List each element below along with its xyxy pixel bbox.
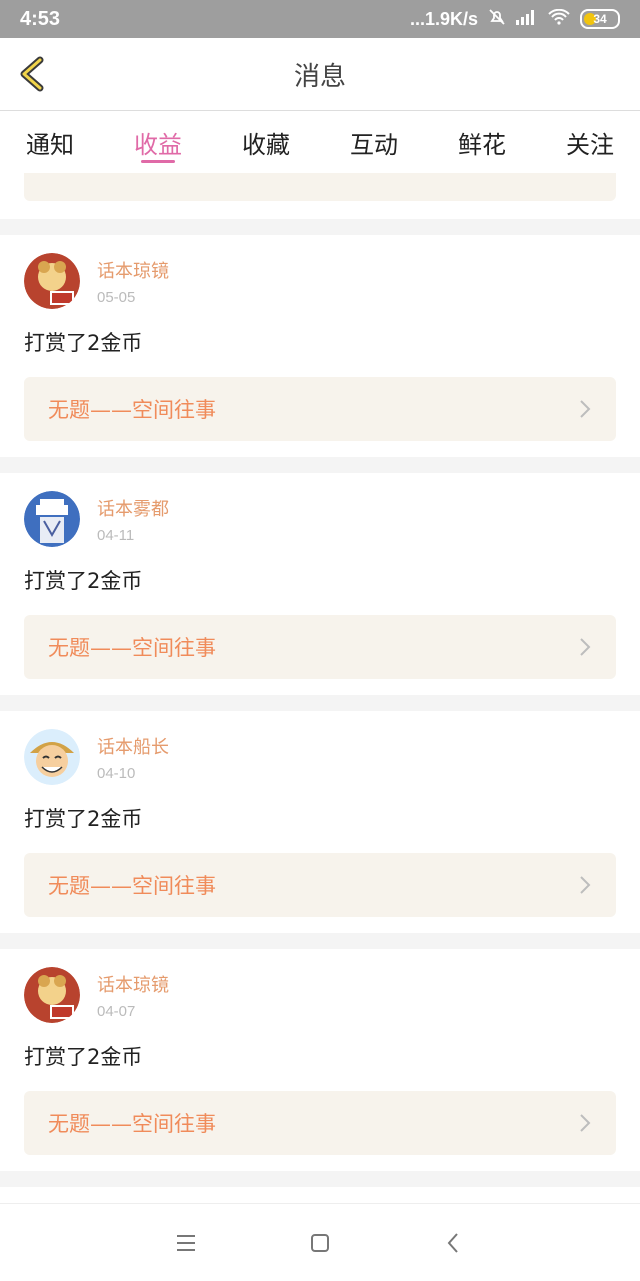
user-name[interactable]: 话本雾都: [97, 495, 169, 521]
signal-icon: [516, 9, 538, 30]
message-list[interactable]: 话本琼镜 05-05 打赏了2金币 无题——空间往事 话本雾都 04-11 打赏…: [0, 173, 640, 1203]
list-item: 话本船长 04-10 打赏了2金币 无题——空间往事: [0, 711, 640, 933]
avatar[interactable]: [24, 253, 80, 309]
avatar[interactable]: [24, 967, 80, 1023]
article-title: 无题——空间往事: [48, 636, 216, 660]
clipped-link-box[interactable]: [24, 173, 616, 201]
home-icon[interactable]: [308, 1231, 332, 1255]
battery-level: 34: [593, 12, 607, 26]
avatar[interactable]: [24, 729, 80, 785]
date: 04-07: [97, 1002, 136, 1020]
tab-bar: 通知 收益 收藏 互动 鲜花 关注: [0, 111, 640, 173]
user-name[interactable]: 话本船长: [97, 733, 169, 759]
user-name[interactable]: 话本琼镜: [97, 971, 169, 997]
header: 消息: [0, 38, 640, 111]
list-item: 话本琼镜 05-05 打赏了2金币 无题——空间往事: [0, 235, 640, 457]
battery-icon: 34: [580, 9, 620, 29]
chevron-right-icon: [580, 400, 591, 418]
chevron-right-icon: [580, 1114, 591, 1132]
wifi-icon: [548, 8, 570, 30]
back-nav-icon[interactable]: [442, 1231, 466, 1255]
article-title: 无题——空间往事: [48, 874, 216, 898]
tab-flowers[interactable]: 鲜花: [458, 111, 506, 173]
date: 04-10: [97, 764, 136, 782]
avatar[interactable]: [24, 491, 80, 547]
list-item: 话本雾都 04-11 打赏了2金币 无题——空间往事: [0, 473, 640, 695]
action-text: 打赏了2金币: [24, 1045, 143, 1069]
list-item-partial: [0, 1187, 640, 1203]
network-speed: ...1.9K/s: [409, 8, 478, 29]
status-bar: 4:53 ...1.9K/s 34: [0, 0, 640, 38]
tab-favorites[interactable]: 收藏: [242, 111, 290, 173]
chevron-right-icon: [580, 876, 591, 894]
article-link[interactable]: 无题——空间往事: [24, 853, 616, 917]
menu-icon[interactable]: [174, 1231, 198, 1255]
action-text: 打赏了2金币: [24, 331, 143, 355]
page-title: 消息: [293, 61, 346, 92]
article-title: 无题——空间往事: [48, 1112, 216, 1136]
user-name[interactable]: 话本琼镜: [97, 257, 169, 283]
chevron-right-icon: [580, 638, 591, 656]
article-link[interactable]: 无题——空间往事: [24, 1091, 616, 1155]
date: 04-11: [97, 526, 135, 544]
article-title: 无题——空间往事: [48, 398, 216, 422]
tab-notify[interactable]: 通知: [26, 111, 74, 173]
article-link[interactable]: 无题——空间往事: [24, 615, 616, 679]
system-nav-bar: [0, 1203, 640, 1281]
tab-follow[interactable]: 关注: [566, 111, 614, 173]
action-text: 打赏了2金币: [24, 807, 143, 831]
tab-interaction[interactable]: 互动: [350, 111, 398, 173]
action-text: 打赏了2金币: [24, 569, 143, 593]
mute-icon: [488, 8, 506, 31]
article-link[interactable]: 无题——空间往事: [24, 377, 616, 441]
back-button[interactable]: [16, 56, 48, 92]
clipped-entry: [0, 173, 640, 219]
status-time: 4:53: [20, 7, 61, 30]
status-icons: ...1.9K/s 34: [410, 8, 620, 31]
tab-earnings[interactable]: 收益: [134, 111, 182, 173]
date: 05-05: [97, 288, 136, 306]
list-item: 话本琼镜 04-07 打赏了2金币 无题——空间往事: [0, 949, 640, 1171]
